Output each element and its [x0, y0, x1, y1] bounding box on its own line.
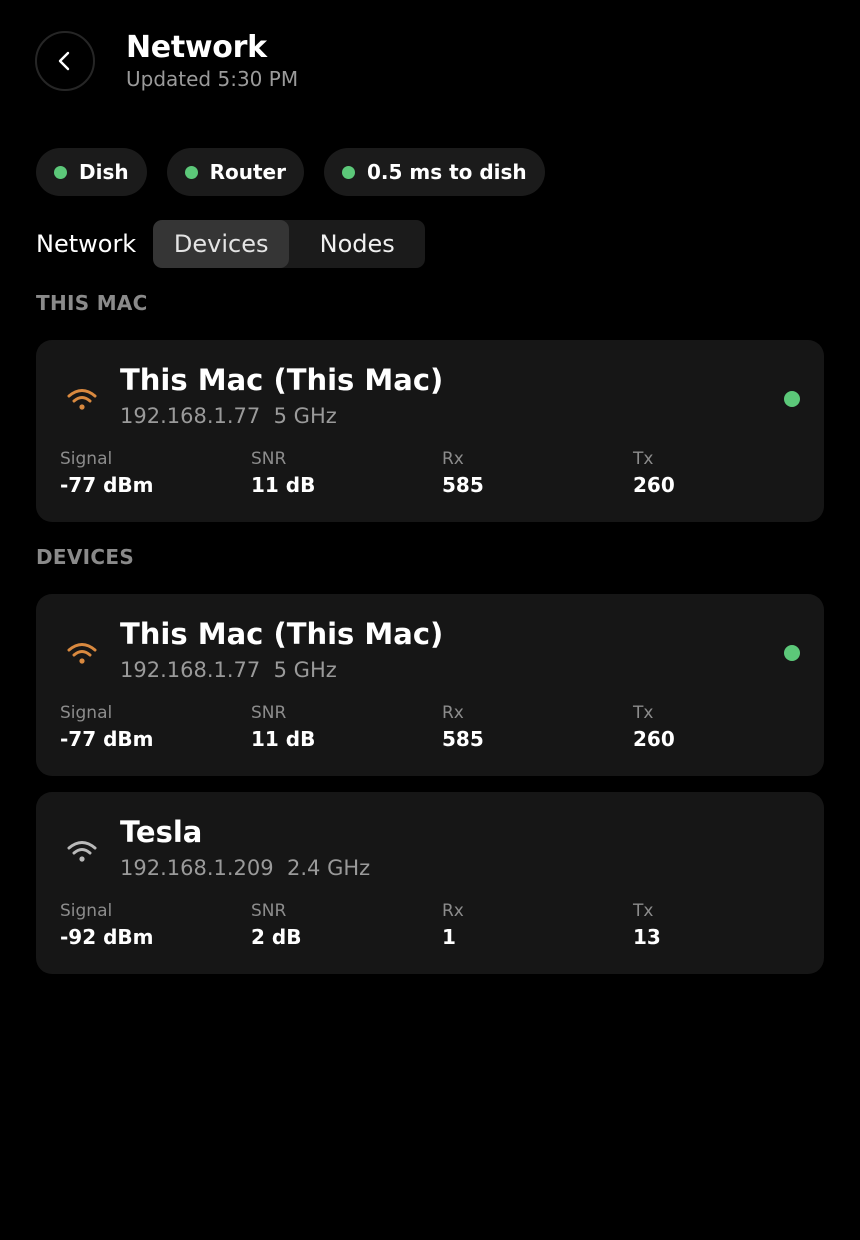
- stat-value: 2 dB: [251, 925, 302, 949]
- updated-time: Updated 5:30 PM: [126, 67, 299, 91]
- chevron-left-icon: [58, 51, 70, 71]
- device-card[interactable]: Tesla 192.168.1.209 2.4 GHz Signal -92 d…: [36, 792, 824, 974]
- stat-snr: SNR 11 dB: [251, 447, 315, 499]
- device-card-this-mac[interactable]: This Mac (This Mac) 192.168.1.77 5 GHz S…: [36, 340, 824, 522]
- online-indicator: [784, 391, 800, 407]
- stat-value: 585: [442, 727, 484, 751]
- device-card[interactable]: This Mac (This Mac) 192.168.1.77 5 GHz S…: [36, 594, 824, 776]
- status-pill-latency[interactable]: 0.5 ms to dish: [323, 148, 545, 196]
- wifi-icon: [67, 389, 97, 410]
- status-pill-router[interactable]: Router: [166, 148, 304, 196]
- section-header-this-mac: THIS MAC: [36, 291, 148, 315]
- stat-value: 13: [633, 925, 661, 949]
- stat-value: 11 dB: [251, 727, 316, 751]
- tab-nodes[interactable]: Nodes: [289, 220, 425, 268]
- stat-value: 585: [442, 473, 484, 497]
- device-name: Tesla: [120, 815, 203, 849]
- stat-value: -77 dBm: [60, 727, 154, 751]
- status-pills: Dish Router 0.5 ms to dish: [36, 148, 545, 196]
- status-dot: [54, 165, 67, 179]
- stat-rx: Rx 585: [442, 447, 484, 499]
- status-dot: [341, 165, 355, 179]
- stat-tx: Tx 13: [633, 899, 661, 951]
- device-address: 192.168.1.77 5 GHz: [120, 655, 337, 685]
- stat-label: SNR: [251, 901, 287, 921]
- stat-label: Tx: [633, 449, 654, 469]
- status-pill-label: Router: [209, 160, 286, 184]
- stat-value: -77 dBm: [60, 473, 154, 497]
- status-pill-dish[interactable]: Dish: [36, 148, 147, 196]
- stat-label: Tx: [633, 703, 654, 723]
- stat-value: -92 dBm: [60, 925, 154, 949]
- device-ip: 192.168.1.77: [120, 658, 261, 682]
- status-pill-label: 0.5 ms to dish: [366, 160, 527, 184]
- segmented-control: Devices Nodes: [153, 220, 426, 268]
- status-pill-label: Dish: [79, 160, 129, 184]
- stat-value: 11 dB: [251, 473, 316, 497]
- device-band: 2.4 GHz: [287, 856, 371, 880]
- wifi-icon: [67, 841, 97, 862]
- tab-devices[interactable]: Devices: [153, 220, 290, 268]
- stat-snr: SNR 11 dB: [251, 701, 315, 753]
- device-ip: 192.168.1.209: [120, 856, 274, 880]
- device-band: 5 GHz: [273, 404, 337, 428]
- stat-label: Signal: [60, 901, 113, 921]
- device-name: This Mac (This Mac): [120, 363, 444, 397]
- stat-label: Tx: [633, 901, 654, 921]
- network-screen: Network Updated 5:30 PM Dish Router 0.5 …: [0, 0, 860, 1240]
- stat-value: 260: [633, 473, 675, 497]
- stat-signal: Signal -92 dBm: [60, 899, 154, 951]
- page-title: Network: [126, 30, 267, 65]
- back-button[interactable]: [35, 31, 95, 91]
- stat-label: SNR: [251, 703, 287, 723]
- stat-signal: Signal -77 dBm: [60, 701, 154, 753]
- stat-signal: Signal -77 dBm: [60, 447, 154, 499]
- stat-rx: Rx 1: [442, 899, 464, 951]
- device-name: This Mac (This Mac): [120, 617, 444, 651]
- status-dot: [184, 165, 198, 179]
- tabs-label: Network: [36, 230, 137, 258]
- stat-snr: SNR 2 dB: [251, 899, 301, 951]
- wifi-icon: [67, 643, 97, 664]
- online-indicator: [784, 645, 800, 661]
- stat-label: Signal: [60, 449, 113, 469]
- stat-value: 1: [442, 925, 456, 949]
- stat-rx: Rx 585: [442, 701, 484, 753]
- stat-tx: Tx 260: [633, 447, 675, 499]
- stat-label: Rx: [442, 449, 464, 469]
- stat-label: Rx: [442, 901, 464, 921]
- stat-tx: Tx 260: [633, 701, 675, 753]
- device-ip: 192.168.1.77: [120, 404, 261, 428]
- device-address: 192.168.1.77 5 GHz: [120, 401, 337, 431]
- section-header-devices: DEVICES: [36, 545, 135, 569]
- stat-value: 260: [633, 727, 675, 751]
- device-band: 5 GHz: [273, 658, 337, 682]
- view-switcher: Network Devices Nodes: [36, 220, 426, 268]
- stat-label: SNR: [251, 449, 287, 469]
- device-address: 192.168.1.209 2.4 GHz: [120, 853, 370, 883]
- stat-label: Signal: [60, 703, 113, 723]
- stat-label: Rx: [442, 703, 464, 723]
